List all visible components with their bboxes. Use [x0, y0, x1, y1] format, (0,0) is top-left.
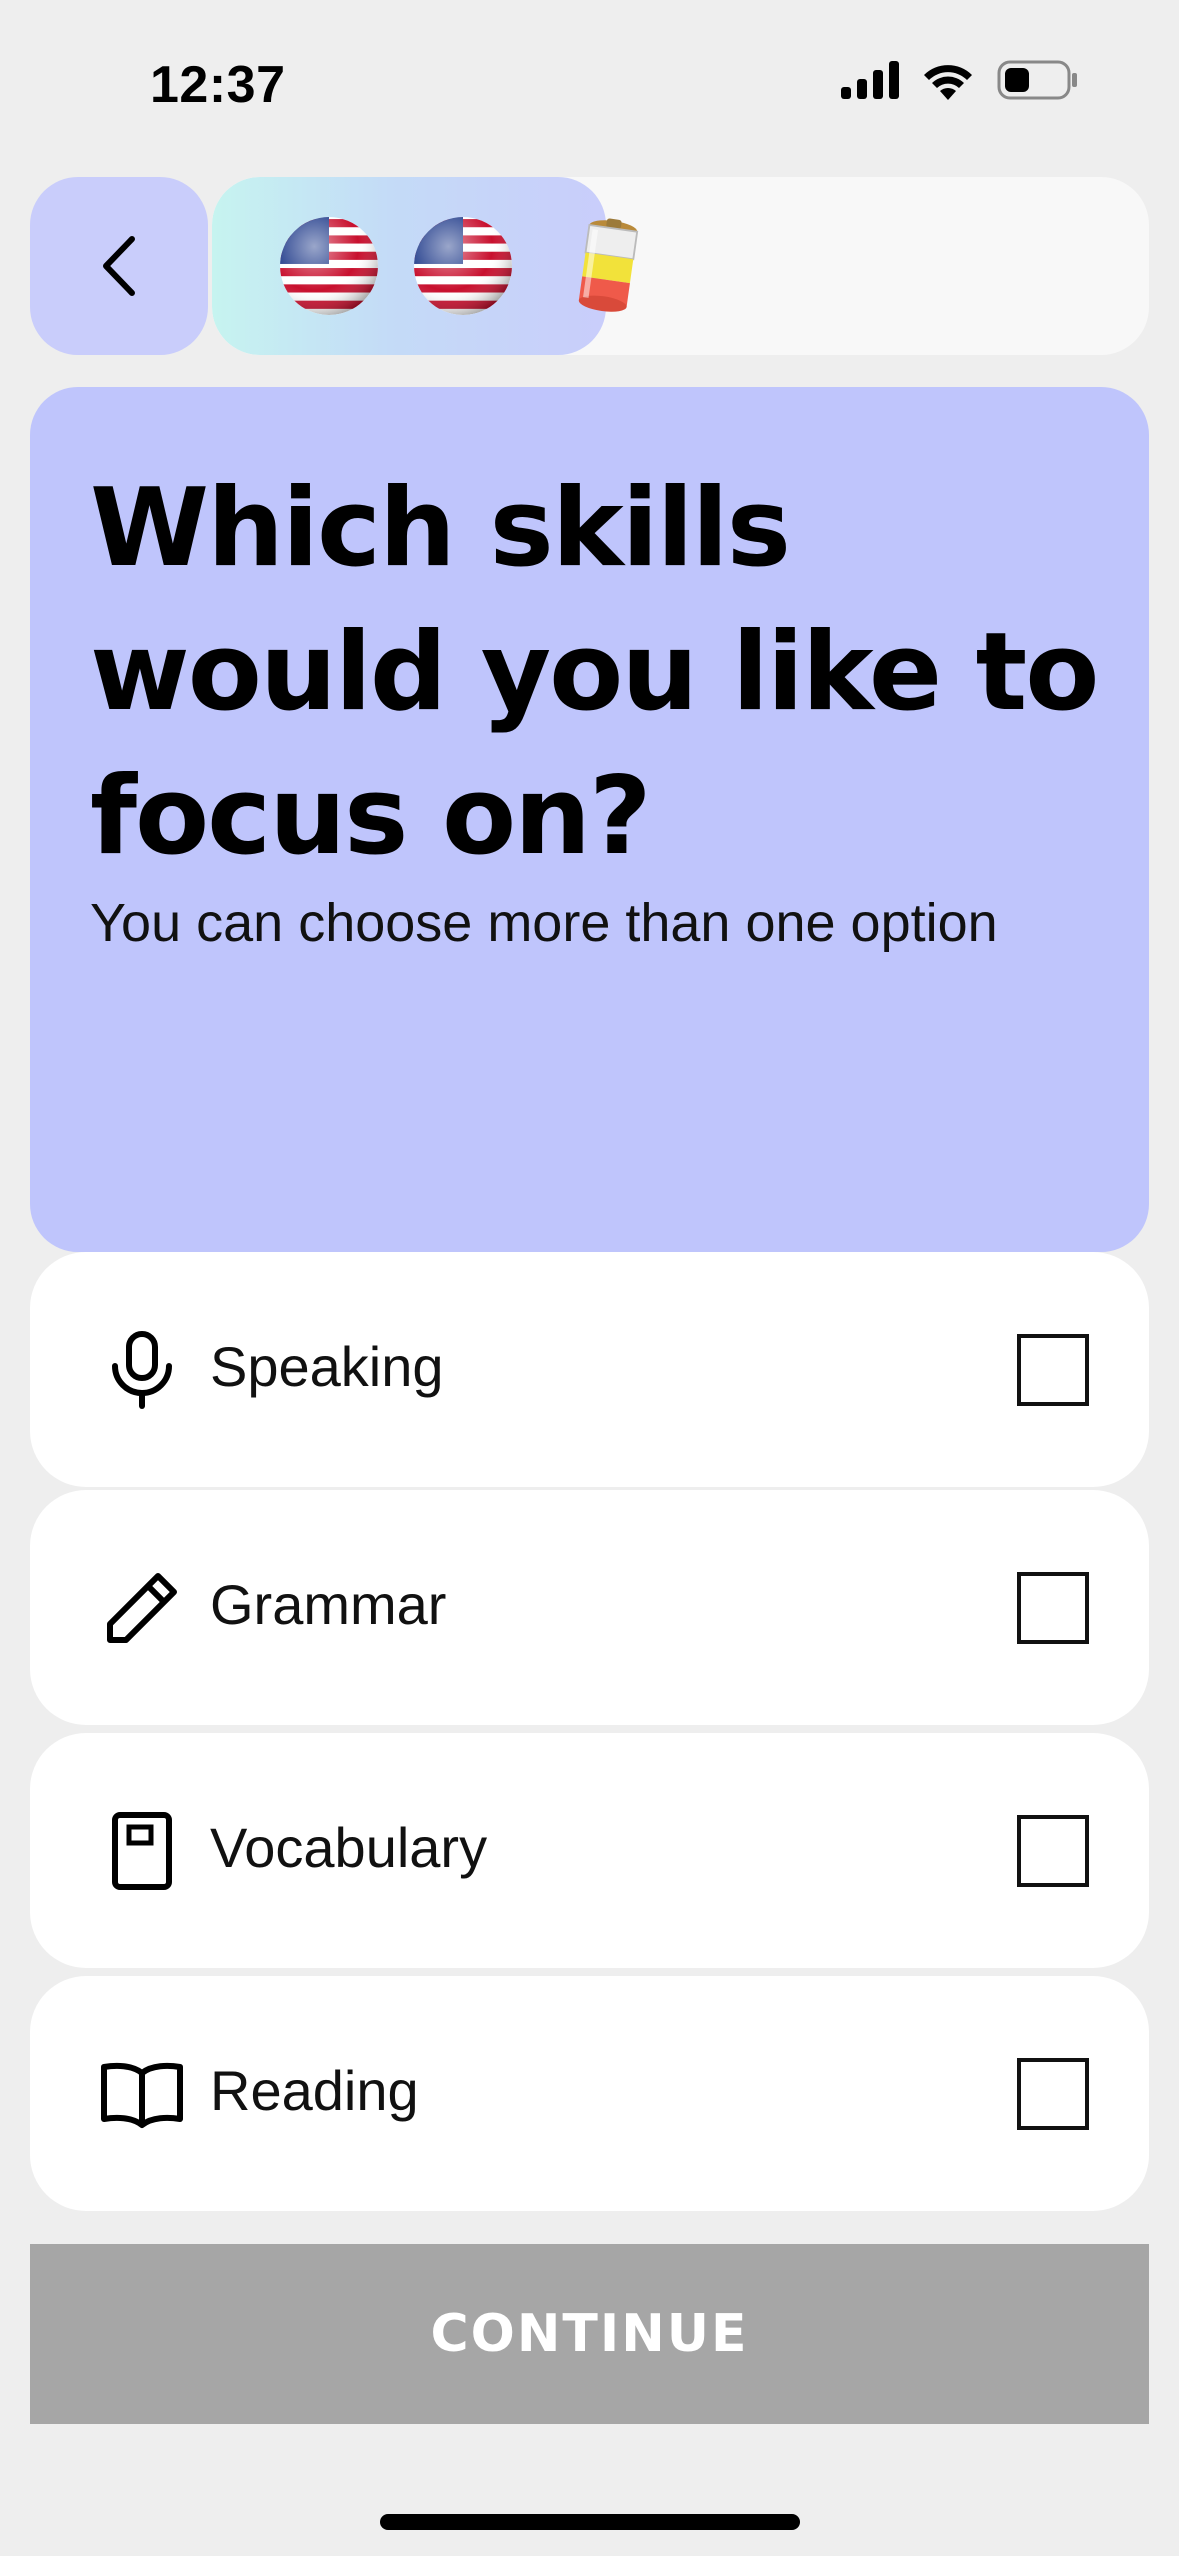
wifi-icon — [924, 65, 972, 100]
progress-bar — [212, 177, 1149, 355]
option-label: Reading — [210, 2059, 419, 2122]
home-indicator — [380, 2514, 800, 2530]
option-checkbox[interactable] — [1017, 2058, 1089, 2130]
option-label: Grammar — [210, 1573, 447, 1636]
question-card: Which skills would you like to focus on?… — [30, 387, 1149, 1252]
us-flag-globe-icon — [414, 217, 512, 315]
microphone-icon — [92, 1320, 192, 1420]
back-button[interactable] — [30, 177, 208, 355]
option-checkbox[interactable] — [1017, 1334, 1089, 1406]
option-checkbox[interactable] — [1017, 1572, 1089, 1644]
continue-button[interactable]: CONTINUE — [30, 2244, 1149, 2424]
option-label: Vocabulary — [210, 1816, 488, 1879]
status-time: 12:37 — [150, 56, 286, 114]
battery-can-icon — [578, 218, 639, 312]
option-vocabulary[interactable]: Vocabulary — [30, 1733, 1149, 1968]
option-speaking[interactable]: Speaking — [30, 1252, 1149, 1487]
signal-icon — [841, 61, 899, 99]
option-checkbox[interactable] — [1017, 1815, 1089, 1887]
continue-label: CONTINUE — [430, 2304, 749, 2364]
battery-icon — [997, 60, 1077, 100]
option-grammar[interactable]: Grammar — [30, 1490, 1149, 1725]
pencil-icon — [92, 1558, 192, 1658]
open-book-icon — [92, 2044, 192, 2144]
question-subtitle: You can choose more than one option — [90, 893, 998, 953]
question-title: Which skills would you like to focus on? — [90, 466, 1100, 879]
us-flag-globe-icon — [280, 217, 378, 315]
notebook-icon — [92, 1801, 192, 1901]
chevron-left-icon — [103, 236, 135, 296]
option-reading[interactable]: Reading — [30, 1976, 1149, 2211]
status-icons — [841, 60, 1079, 100]
progress-fill — [212, 177, 606, 355]
option-label: Speaking — [210, 1335, 444, 1398]
status-bar: 12:37 — [0, 0, 1179, 170]
